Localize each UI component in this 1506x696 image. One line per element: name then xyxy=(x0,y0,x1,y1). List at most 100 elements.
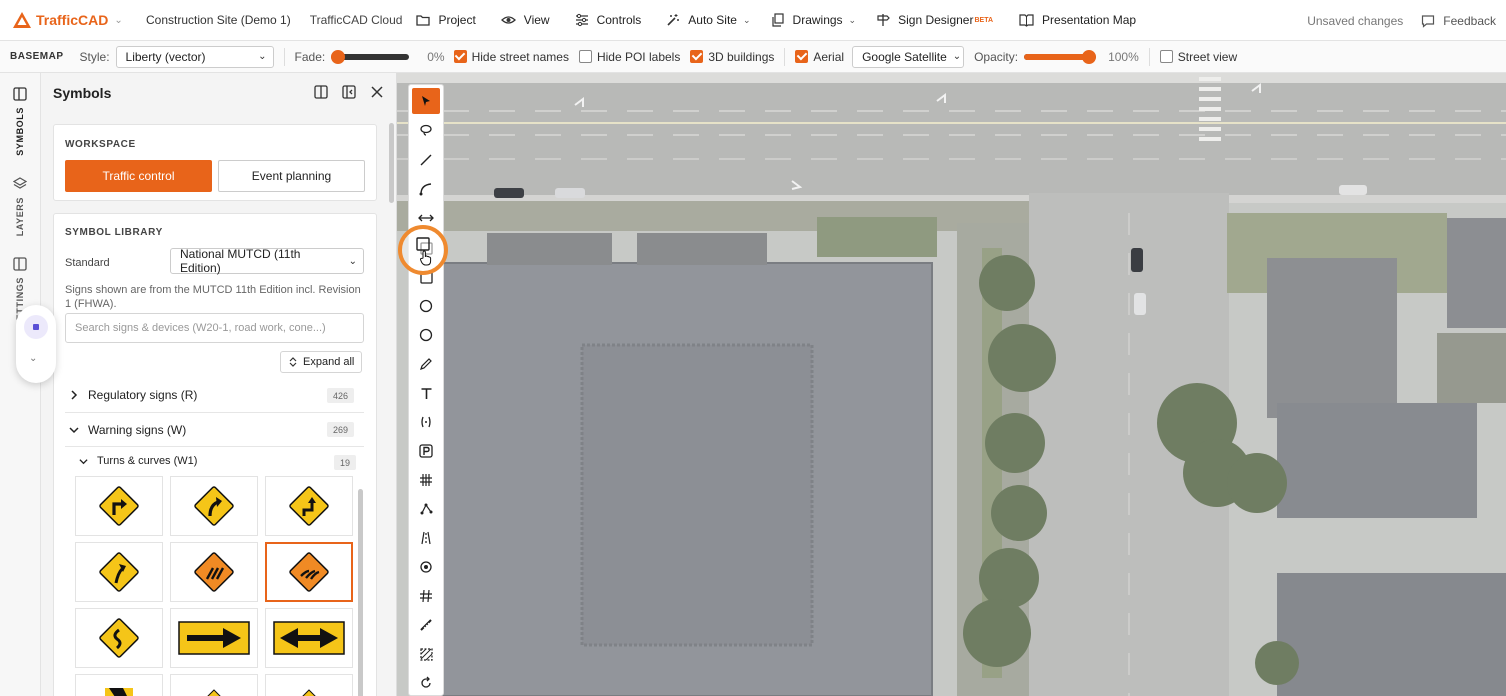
stop-icon[interactable] xyxy=(24,315,48,339)
circle-tool[interactable] xyxy=(412,293,440,319)
close-icon[interactable] xyxy=(370,85,384,99)
basemap-label: BASEMAP xyxy=(10,51,64,62)
menu-drawings[interactable]: Drawings ⌄ xyxy=(771,13,856,27)
polygon-tool[interactable] xyxy=(412,496,440,522)
hash-icon xyxy=(420,474,432,486)
chevron-down-icon: ⌄ xyxy=(114,14,123,26)
pencil-tool[interactable] xyxy=(412,351,440,377)
rotate-tool[interactable] xyxy=(412,670,440,696)
square-icon xyxy=(416,237,430,251)
checkbox-box[interactable] xyxy=(795,50,809,63)
eye-icon xyxy=(500,16,516,24)
label-tool[interactable] xyxy=(412,409,440,435)
chevron-down-icon: ⌄ xyxy=(258,51,267,62)
grid-scrollbar[interactable] xyxy=(358,489,363,696)
standard-select[interactable]: National MUTCD (11th Edition) ⌄ xyxy=(170,247,364,275)
drawing-toolbar xyxy=(408,84,444,696)
rail-tab-layers[interactable]: LAYERS xyxy=(8,177,32,236)
measure-tool[interactable] xyxy=(412,612,440,638)
sign-tile-lane-shift-selected[interactable] xyxy=(265,542,353,602)
road-tool[interactable] xyxy=(412,525,440,551)
fade-slider[interactable] xyxy=(331,49,410,64)
event-planning-button[interactable]: Event planning xyxy=(218,160,365,192)
brand-menu[interactable]: TrafficCAD ⌄ xyxy=(0,11,136,29)
lasso-tool[interactable] xyxy=(412,117,440,143)
checkbox-box[interactable] xyxy=(690,50,704,63)
group-warning-signs[interactable]: Warning signs (W) xyxy=(69,423,186,437)
style-select[interactable]: Liberty (vector) ⌄ xyxy=(115,45,274,68)
hide-poi-labels-checkbox[interactable]: Hide POI labels xyxy=(578,50,680,64)
menu-sign-designer[interactable]: Sign Designer BETA xyxy=(876,13,993,27)
group-count: 426 xyxy=(327,388,355,403)
hash-icon xyxy=(420,589,432,603)
sign-tile-winding-road[interactable] xyxy=(75,608,163,668)
menu-project[interactable]: Project xyxy=(416,13,476,27)
aerial-source-select[interactable]: Google Satellite ⌄ xyxy=(852,45,965,68)
sign-tile-partial[interactable] xyxy=(170,674,258,696)
sign-tile-partial-2[interactable] xyxy=(265,674,353,696)
sign-tile-large-arrow[interactable] xyxy=(170,608,258,668)
cloud-link[interactable]: TrafficCAD Cloud xyxy=(310,13,403,27)
area-tool[interactable] xyxy=(412,641,440,667)
menu-auto-site[interactable]: Auto Site ⌄ xyxy=(666,13,751,27)
select-tool[interactable] xyxy=(412,88,440,114)
cursor-arrow-icon xyxy=(422,96,430,106)
opacity-label: Opacity: xyxy=(974,49,1019,64)
ellipse-tool[interactable] xyxy=(412,322,440,348)
intersection-tool[interactable] xyxy=(412,583,440,609)
opacity-slider[interactable] xyxy=(1024,49,1097,64)
signpost-icon xyxy=(877,14,890,26)
project-name[interactable]: Construction Site (Demo 1) xyxy=(146,13,291,27)
curve-right-sign-icon xyxy=(194,486,234,526)
aerial-map[interactable] xyxy=(397,73,1506,696)
crosswalk-tool[interactable] xyxy=(412,467,440,493)
map-canvas[interactable] xyxy=(397,73,1506,696)
sign-tile-curve-right-2[interactable] xyxy=(75,542,163,602)
rail-tab-layers-label: LAYERS xyxy=(15,197,25,237)
winding-road-sign-icon xyxy=(99,618,139,658)
library-note: Signs shown are from the MUTCD 11th Edit… xyxy=(65,284,361,310)
line-tool[interactable] xyxy=(412,147,440,173)
3d-buildings-checkbox[interactable]: 3D buildings xyxy=(690,50,774,64)
aerial-checkbox[interactable]: Aerial xyxy=(795,50,844,64)
menu-view[interactable]: View xyxy=(500,13,550,27)
expand-all-button[interactable]: Expand all xyxy=(280,351,363,373)
feedback-button[interactable]: Feedback xyxy=(1421,14,1496,28)
collapse-panel-icon[interactable] xyxy=(342,85,356,99)
sign-tile-reverse-turn[interactable] xyxy=(265,476,353,536)
checkbox-box[interactable] xyxy=(453,50,467,63)
traffic-control-button[interactable]: Traffic control xyxy=(65,160,212,192)
arc-tool[interactable] xyxy=(412,176,440,202)
sign-tile-double-arrow[interactable] xyxy=(265,608,353,668)
opacity-slider-handle[interactable] xyxy=(1082,49,1097,64)
sign-tile-chevron[interactable] xyxy=(75,674,163,696)
panel-scrollbar[interactable] xyxy=(389,123,394,203)
fade-slider-handle[interactable] xyxy=(331,49,346,64)
divider xyxy=(283,47,285,66)
checkbox-box[interactable] xyxy=(578,50,592,63)
panel-icon xyxy=(13,87,27,101)
group-regulatory-signs[interactable]: Regulatory signs (R) xyxy=(69,388,197,402)
parking-tool[interactable] xyxy=(412,438,440,464)
chevron-down-icon[interactable]: ⌄ xyxy=(29,353,37,364)
text-tool[interactable] xyxy=(412,380,440,406)
hide-street-names-checkbox[interactable]: Hide street names xyxy=(453,50,569,64)
panel-header: Symbols xyxy=(41,73,396,113)
sign-tile-turn-right[interactable] xyxy=(75,476,163,536)
street-view-checkbox[interactable]: Street view xyxy=(1159,50,1237,64)
magic-wand-icon xyxy=(667,14,680,26)
checkbox-box[interactable] xyxy=(1159,50,1173,63)
split-view-icon[interactable] xyxy=(314,85,328,99)
menu-presentation-map[interactable]: Presentation Map xyxy=(1019,13,1136,27)
subgroup-turns-curves[interactable]: Turns & curves (W1) xyxy=(79,455,197,467)
double-arrow-icon xyxy=(418,214,434,222)
sign-tile-lane-shift[interactable] xyxy=(170,542,258,602)
top-right-actions: Unsaved changes Feedback xyxy=(1307,0,1496,41)
symbol-search-input[interactable]: Search signs & devices (W20-1, road work… xyxy=(65,313,364,343)
target-tool[interactable] xyxy=(412,554,440,580)
sign-tile-curve-right[interactable] xyxy=(170,476,258,536)
floating-widget[interactable]: ⌄ xyxy=(16,305,56,383)
menu-controls[interactable]: Controls xyxy=(575,13,641,27)
chevron-down-icon: ⌄ xyxy=(742,14,751,25)
rail-tab-symbols[interactable]: SYMBOLS xyxy=(8,87,32,156)
